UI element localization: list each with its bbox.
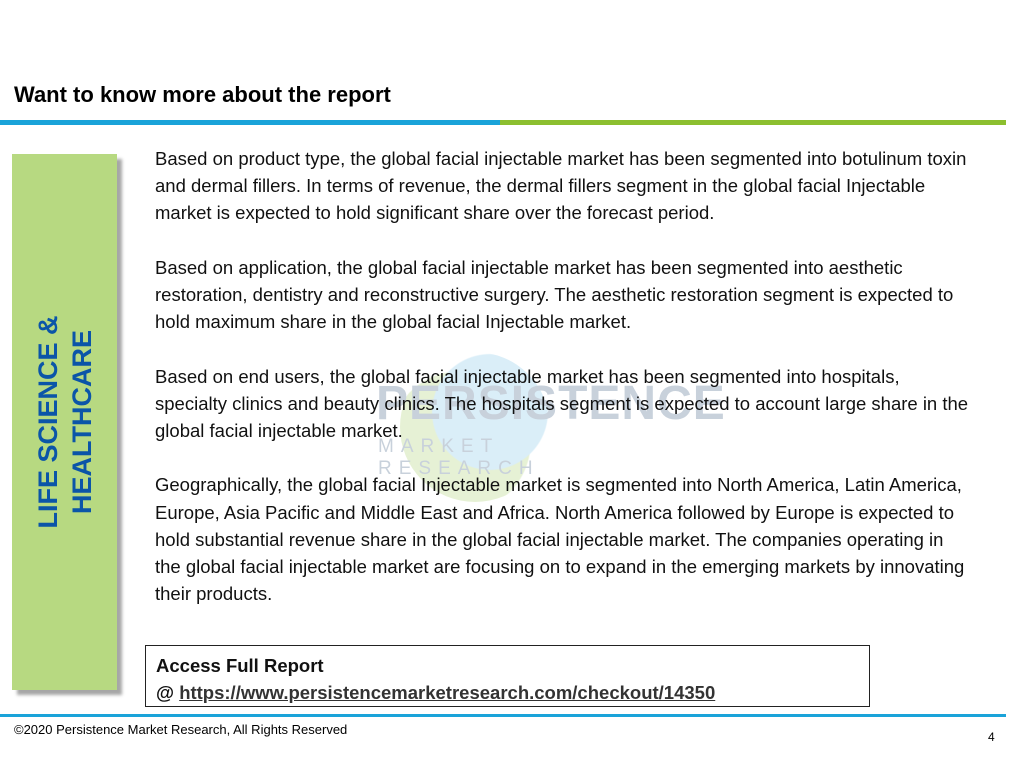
report-checkout-link[interactable]: https://www.persistencemarketresearch.co… (179, 682, 715, 703)
page-title: Want to know more about the report (14, 82, 391, 107)
page-number: 4 (988, 730, 995, 744)
footer-divider (0, 714, 1006, 717)
access-report-title: Access Full Report (156, 655, 324, 676)
paragraph-application: Based on application, the global facial … (155, 256, 954, 333)
header-divider (0, 120, 1006, 125)
category-label: LIFE SCIENCE & HEALTHCARE (31, 315, 99, 528)
link-prefix: @ (156, 682, 180, 703)
category-label-line2: HEALTHCARE (66, 330, 97, 514)
header-divider-blue (0, 120, 500, 125)
access-report-box: Access Full Report @ https://www.persist… (145, 645, 870, 707)
header-divider-green (500, 120, 1006, 125)
copyright-notice: ©2020 Persistence Market Research, All R… (14, 722, 348, 737)
report-summary: Based on product type, the global facial… (155, 145, 970, 635)
paragraph-end-users: Based on end users, the global facial in… (155, 365, 969, 441)
category-label-line1: LIFE SCIENCE & (32, 315, 63, 529)
access-report-link-row: @ https://www.persistencemarketresearch.… (156, 679, 869, 706)
category-sidebar: LIFE SCIENCE & HEALTHCARE (12, 154, 117, 690)
paragraph-geography: Geographically, the global facial Inject… (155, 474, 965, 605)
paragraph-product-type: Based on product type, the global facial… (155, 148, 967, 224)
